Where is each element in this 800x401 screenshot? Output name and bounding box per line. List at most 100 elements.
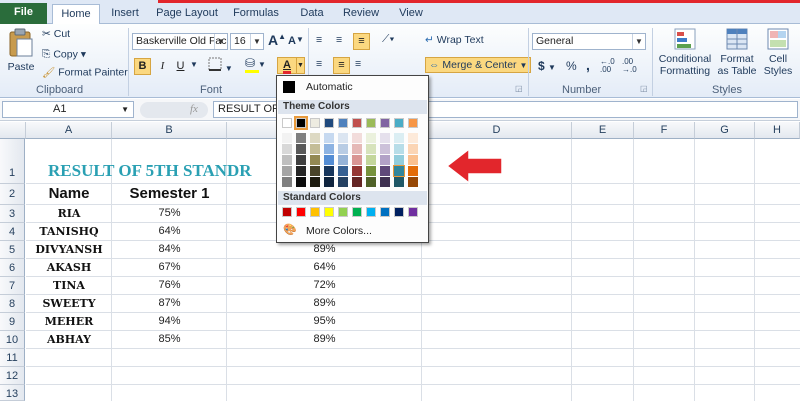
theme-shade-swatch[interactable] <box>296 166 306 176</box>
chevron-down-icon[interactable]: ▼ <box>250 34 263 49</box>
semester1-cell[interactable]: 75% <box>112 207 227 219</box>
sheet-title-cell[interactable]: RESULT OF 5TH STANDR <box>48 161 252 181</box>
copy-button[interactable]: ⎘ Copy ▾ <box>42 48 86 61</box>
semester2-cell[interactable]: 89% <box>227 243 422 255</box>
theme-shade-swatch[interactable] <box>310 133 320 143</box>
semester1-cell[interactable]: 84% <box>112 243 227 255</box>
row-header-3[interactable]: 3 <box>0 205 25 223</box>
theme-shade-swatch[interactable] <box>380 155 390 165</box>
theme-shade-swatch[interactable] <box>393 165 405 177</box>
theme-shade-swatch[interactable] <box>324 144 334 154</box>
semester1-cell[interactable]: 94% <box>112 315 227 327</box>
percent-button[interactable]: % <box>566 59 577 73</box>
tab-view[interactable]: View <box>392 4 430 24</box>
row-header-4[interactable]: 4 <box>0 223 25 241</box>
align-right-icon[interactable]: ≡ <box>355 58 361 70</box>
grow-font-button[interactable]: A▲ <box>268 32 286 48</box>
merge-center-button[interactable]: ⇔ Merge & Center ▼ <box>425 57 532 73</box>
theme-shade-swatch[interactable] <box>352 133 362 143</box>
chevron-down-icon[interactable]: ▼ <box>121 102 129 117</box>
theme-shade-swatch[interactable] <box>408 144 418 154</box>
alignment-launcher-icon[interactable]: ◲ <box>515 84 523 93</box>
theme-shade-swatch[interactable] <box>282 166 292 176</box>
theme-shade-swatch[interactable] <box>380 166 390 176</box>
theme-shade-swatch[interactable] <box>282 133 292 143</box>
semester2-cell[interactable]: 89% <box>227 297 422 309</box>
row-header-11[interactable]: 11 <box>0 349 25 367</box>
semester2-cell[interactable]: 72% <box>227 279 422 291</box>
theme-shade-swatch[interactable] <box>366 144 376 154</box>
theme-shade-swatch[interactable] <box>380 144 390 154</box>
tab-review[interactable]: Review <box>338 4 384 24</box>
theme-shade-swatch[interactable] <box>324 133 334 143</box>
row-header-5[interactable]: 5 <box>0 241 25 259</box>
italic-button[interactable]: I <box>154 58 171 75</box>
align-center-icon[interactable]: ≡ <box>333 57 350 74</box>
column-header-e[interactable]: E <box>572 122 634 139</box>
standard-color-swatch[interactable] <box>380 207 390 217</box>
student-name-cell[interactable]: TANISHQ <box>26 225 112 238</box>
theme-shade-swatch[interactable] <box>352 144 362 154</box>
row-header-9[interactable]: 9 <box>0 313 25 331</box>
standard-color-swatch[interactable] <box>408 207 418 217</box>
standard-color-swatch[interactable] <box>296 207 306 217</box>
row-header-12[interactable]: 12 <box>0 367 25 385</box>
theme-shade-swatch[interactable] <box>380 133 390 143</box>
standard-color-swatch[interactable] <box>394 207 404 217</box>
theme-shade-swatch[interactable] <box>282 144 292 154</box>
theme-color-swatch[interactable] <box>294 116 308 130</box>
theme-shade-swatch[interactable] <box>296 155 306 165</box>
theme-shade-swatch[interactable] <box>324 155 334 165</box>
student-name-cell[interactable]: SWEETY <box>26 297 112 310</box>
underline-dropdown-icon[interactable]: ▼ <box>190 60 198 69</box>
column-header-g[interactable]: G <box>695 122 755 139</box>
standard-color-swatch[interactable] <box>352 207 362 217</box>
orientation-icon[interactable]: ⟋▾ <box>382 33 394 46</box>
chevron-down-icon[interactable]: ▼ <box>632 34 645 49</box>
row-header-6[interactable]: 6 <box>0 259 25 277</box>
standard-color-swatch[interactable] <box>366 207 376 217</box>
theme-shade-swatch[interactable] <box>394 133 404 143</box>
semester1-cell[interactable]: 87% <box>112 297 227 309</box>
format-as-table-button[interactable]: Format as Table <box>716 28 758 77</box>
theme-shade-swatch[interactable] <box>394 155 404 165</box>
theme-shade-swatch[interactable] <box>338 144 348 154</box>
chevron-down-icon[interactable]: ▼ <box>214 34 227 49</box>
column-header-f[interactable]: F <box>634 122 695 139</box>
column-header-h[interactable]: H <box>755 122 800 139</box>
tab-formulas[interactable]: Formulas <box>228 4 284 24</box>
theme-shade-swatch[interactable] <box>338 166 348 176</box>
copy-dropdown-icon[interactable]: ▾ <box>81 48 86 60</box>
theme-color-swatch[interactable] <box>352 118 362 128</box>
bold-button[interactable]: B <box>134 58 151 75</box>
semester1-cell[interactable]: 76% <box>112 279 227 291</box>
tab-file[interactable]: File <box>0 3 47 24</box>
row-header-1[interactable]: 1 <box>0 139 25 184</box>
select-all-corner[interactable] <box>0 122 26 139</box>
theme-shade-swatch[interactable] <box>366 166 376 176</box>
semester1-cell[interactable]: 64% <box>112 225 227 237</box>
header-name-cell[interactable]: Name <box>26 185 112 202</box>
cell-styles-button[interactable]: Cell Styles <box>760 28 796 77</box>
row-header-7[interactable]: 7 <box>0 277 25 295</box>
theme-shade-swatch[interactable] <box>338 155 348 165</box>
theme-shade-swatch[interactable] <box>296 144 306 154</box>
theme-shade-swatch[interactable] <box>282 155 292 165</box>
font-name-select[interactable]: Baskerville Old Fac ▼ <box>132 33 228 50</box>
align-middle-icon[interactable]: ≡ <box>336 34 342 46</box>
standard-color-swatch[interactable] <box>338 207 348 217</box>
theme-shade-swatch[interactable] <box>366 155 376 165</box>
wrap-text-button[interactable]: ↵ Wrap Text <box>425 34 484 46</box>
theme-shade-swatch[interactable] <box>352 177 362 187</box>
theme-shade-swatch[interactable] <box>408 155 418 165</box>
standard-color-swatch[interactable] <box>310 207 320 217</box>
fx-icon[interactable]: fx <box>190 103 198 115</box>
tab-home[interactable]: Home <box>52 4 100 24</box>
conditional-formatting-button[interactable]: Conditional Formatting <box>655 28 715 77</box>
header-semester1-cell[interactable]: Semester 1 <box>112 185 227 202</box>
theme-color-swatch[interactable] <box>282 118 292 128</box>
tab-data[interactable]: Data <box>292 4 332 24</box>
theme-shade-swatch[interactable] <box>408 177 418 187</box>
theme-color-swatch[interactable] <box>380 118 390 128</box>
theme-color-swatch[interactable] <box>324 118 334 128</box>
